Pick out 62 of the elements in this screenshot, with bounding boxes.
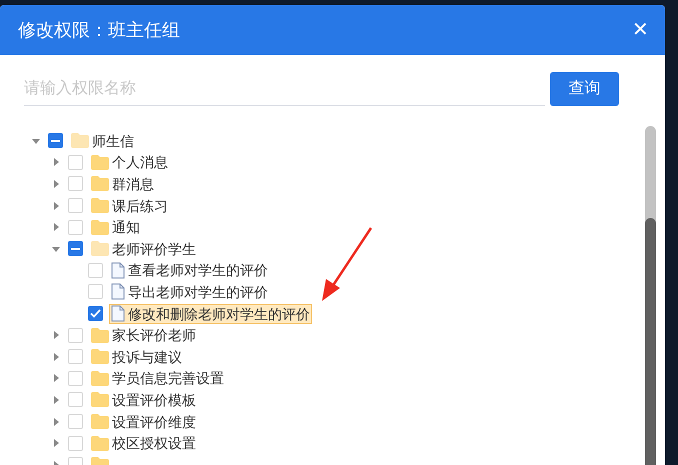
checkbox[interactable] [88,306,103,322]
tree-item-label: 课后练习 [112,196,168,216]
tree-item-label: 查看老师对学生的评价 [128,261,268,280]
caret-right-icon[interactable] [52,331,60,340]
close-button[interactable]: ✕ [632,20,649,40]
tree-item[interactable]: 群消息 [89,174,156,194]
tree-item[interactable]: 校区授权设置 [89,433,198,454]
tree-item[interactable]: 家长评价老师 [89,325,198,346]
folder-icon [91,220,109,235]
folder-icon [71,133,89,148]
folder-icon [91,370,109,386]
tree-item-label: 校区授权设置 [112,434,196,454]
tree-item-label: 家长评价老师 [112,326,196,346]
tree-item-label: 老师评价学生 [112,240,196,259]
tree-item-label: 学员信息完善设置 [112,369,224,388]
folder-icon [91,198,109,214]
tree-item[interactable]: 学员信息完善设置 [89,368,226,388]
tree-item-label: 设置评价维度 [112,412,196,432]
tree-item-label: 师生信 [92,132,134,151]
folder-icon [91,154,109,170]
tree-item[interactable]: 导出老师对学生的评价 [109,282,270,302]
caret-right-icon[interactable] [52,374,60,382]
dialog-title: 修改权限：班主任组 [18,18,180,42]
folder-icon [91,436,109,451]
tree-item[interactable]: 投诉与建议 [89,346,184,367]
tree-item[interactable]: 课后练习 [89,196,170,216]
document-icon [111,305,125,322]
tree-item-label: 设置评价模板 [112,390,196,410]
caret-right-icon[interactable] [52,223,60,232]
caret-right-icon[interactable] [52,396,60,404]
folder-icon [91,176,109,192]
folder-icon [91,392,109,408]
caret-right-icon[interactable] [52,158,60,166]
folder-icon [91,349,109,364]
document-icon [111,262,125,279]
tree-item[interactable]: 查看老师对学生的评价 [109,260,270,280]
tree-item-label: 个人消息 [112,153,168,172]
tree-item[interactable]: 个人消息 [89,152,170,172]
caret-right-icon[interactable] [52,418,60,426]
tree-item-label: 投诉与建议 [112,348,182,367]
search-button[interactable]: 查询 [550,72,619,106]
tree-item[interactable]: 设置评价维度 [89,412,198,432]
checkbox[interactable] [48,133,63,148]
folder-icon [91,328,109,343]
tree-item[interactable]: 师生信 [69,130,136,151]
folder-icon [91,241,109,256]
tree-item-label: 通知 [112,218,140,238]
tree-item[interactable]: 设置评价模板 [89,390,198,410]
caret-right-icon[interactable] [52,439,60,448]
caret-down-icon[interactable] [52,244,60,253]
document-icon [111,283,125,300]
caret-right-icon[interactable] [52,352,60,361]
caret-right-icon[interactable] [52,202,60,210]
checkbox[interactable] [68,241,83,256]
tree-item-label: 导出老师对学生的评价 [128,282,268,302]
tree-item-label: 群消息 [112,174,154,194]
scrollbar[interactable] [645,126,656,465]
folder-icon [91,414,109,430]
tree-item[interactable]: 老师评价学生 [89,238,198,259]
caret-down-icon[interactable] [32,136,40,145]
caret-right-icon[interactable] [52,180,60,188]
tree-item[interactable]: 通知 [89,217,142,238]
